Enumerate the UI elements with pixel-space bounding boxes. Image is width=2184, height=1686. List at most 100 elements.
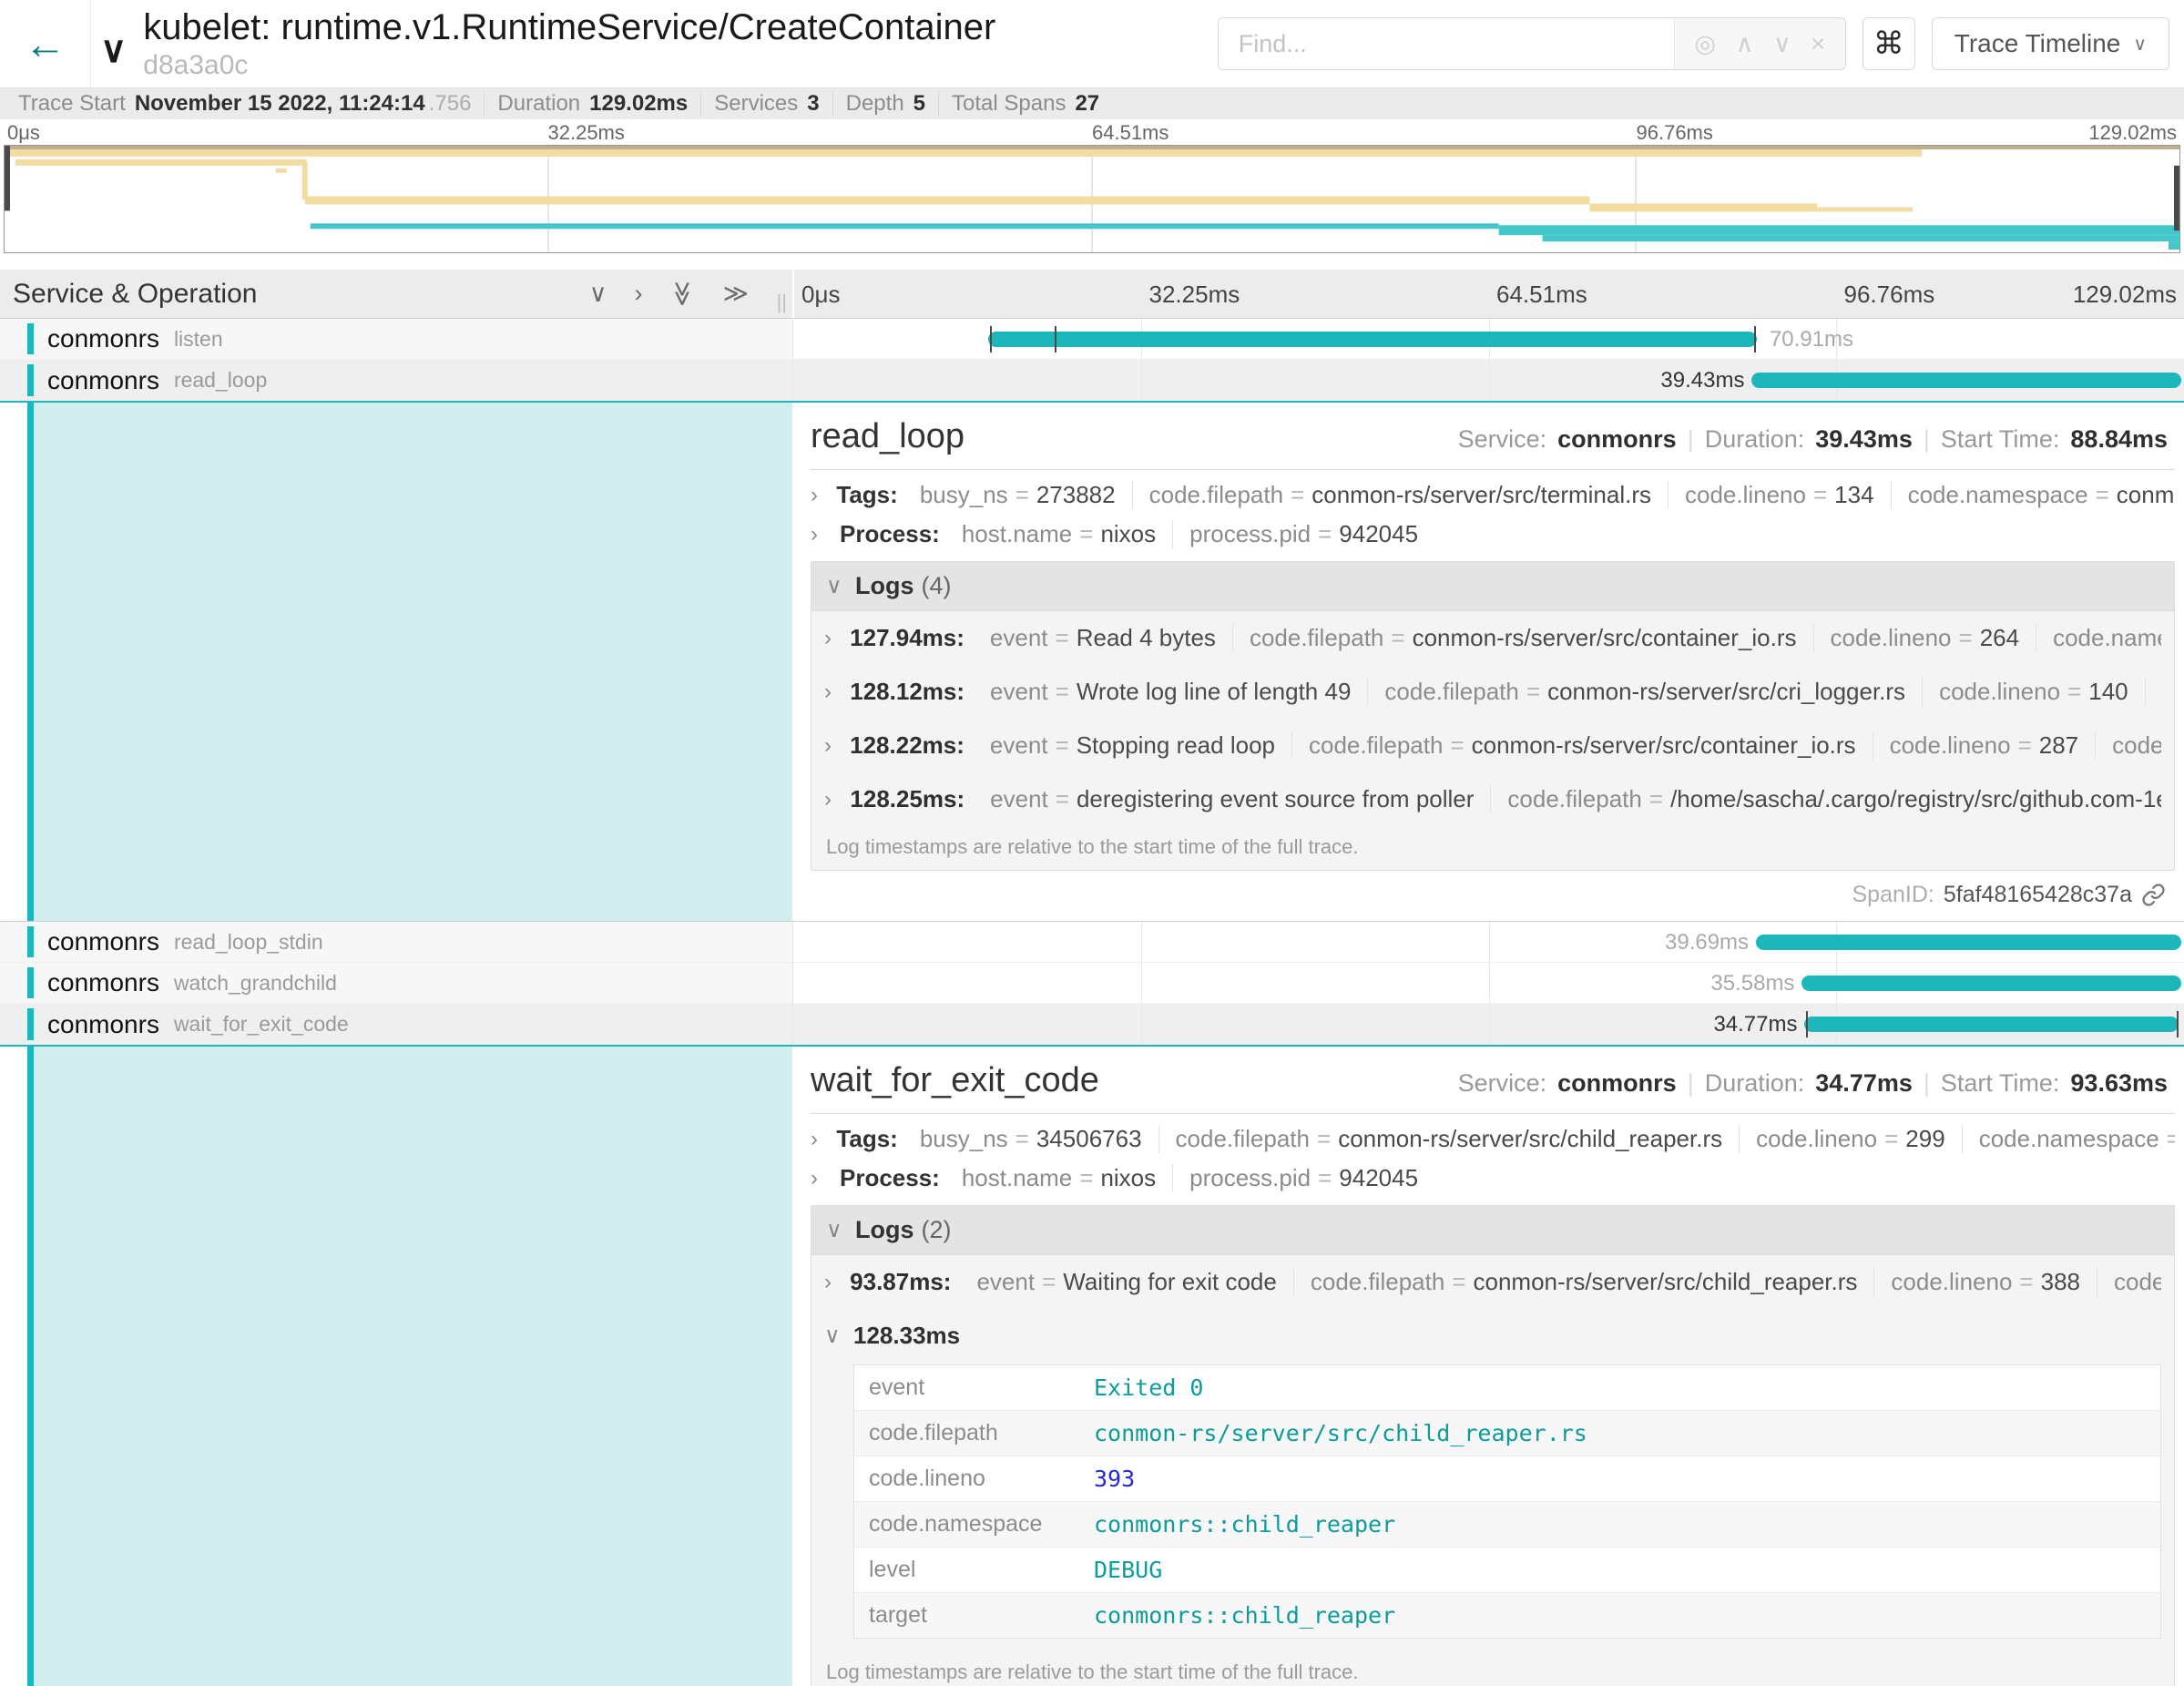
- trace-view-picker[interactable]: Trace Timeline ∨: [1932, 17, 2169, 70]
- logs-section: ∨ Logs (4) › 127.94ms: event=Read 4 byte…: [811, 561, 2175, 871]
- top-bar: ← ∨ kubelet: runtime.v1.RuntimeService/C…: [0, 0, 2184, 87]
- link-icon[interactable]: [2141, 883, 2166, 907]
- find-input[interactable]: [1219, 18, 1674, 69]
- log-timestamp: 128.33ms: [853, 1322, 960, 1350]
- chevron-down-icon: ∨: [826, 573, 844, 599]
- span-name-cell[interactable]: conmonrs watch_grandchild: [0, 963, 792, 1003]
- ruler-tick: 0μs: [801, 281, 840, 309]
- timeline-ruler: 0μs 32.25ms 64.51ms 96.76ms 129.02ms: [792, 270, 2184, 318]
- ruler-tick: 64.51ms: [1496, 281, 1587, 309]
- gridline: [1141, 1004, 1142, 1045]
- divider: |: [1688, 1069, 1694, 1098]
- span-name-cell[interactable]: conmonrs read_loop_stdin: [0, 922, 792, 962]
- chevron-right-icon: ›: [811, 1127, 825, 1152]
- minimap-right-handle[interactable]: [2174, 166, 2179, 230]
- span-name-cell[interactable]: conmonrs wait_for_exit_code: [0, 1004, 792, 1045]
- timeline-grid-header: Service & Operation ∨ › ≫ ≫ || 0μs 32.25…: [0, 270, 2184, 319]
- prev-result-icon[interactable]: ∧: [1736, 30, 1754, 58]
- log-fields: event=Wrote log line of length 49 code.f…: [974, 678, 2161, 706]
- stat-label: Services: [714, 91, 798, 117]
- log-timestamp: 128.25ms:: [850, 785, 964, 813]
- collapse-all-icon[interactable]: ≫: [668, 281, 697, 306]
- span-track[interactable]: 39.43ms: [792, 360, 2184, 401]
- process-toggle[interactable]: › Process: host.name=nixos process.pid=9…: [811, 1164, 2175, 1192]
- logs-note: Log timestamps are relative to the start…: [811, 826, 2174, 870]
- log-entry[interactable]: › 128.12ms: event=Wrote log line of leng…: [811, 665, 2174, 719]
- tags-toggle[interactable]: › Tags: busy_ns=273882 code.filepath=con…: [811, 481, 2175, 509]
- back-button[interactable]: ←: [0, 0, 91, 87]
- service-accent-bar: [27, 403, 34, 921]
- span-row-read-loop-stdin[interactable]: conmonrs read_loop_stdin 39.69ms: [0, 922, 2184, 963]
- collapse-one-icon[interactable]: ∨: [589, 280, 607, 308]
- logs-count: (2): [922, 1216, 952, 1244]
- span-bar[interactable]: [1756, 935, 2181, 950]
- meta-label: Service:: [1458, 425, 1547, 454]
- grid-header-icons: ∨ › ≫ ≫: [589, 280, 780, 308]
- log-entry[interactable]: › 128.22ms: event=Stopping read loop cod…: [811, 719, 2174, 772]
- span-track[interactable]: 35.58ms: [792, 963, 2184, 1003]
- service-accent-bar: [27, 1047, 34, 1686]
- minimap-graph: [5, 146, 2179, 252]
- span-bar[interactable]: [1751, 373, 2181, 388]
- stat-value: November 15 2022, 11:24:14: [135, 91, 425, 117]
- chevron-down-icon: ∨: [824, 1323, 842, 1349]
- minimap-canvas[interactable]: [4, 145, 2180, 253]
- log-field: code.lineno=264: [1813, 624, 2036, 652]
- service-accent-bar: [27, 1008, 34, 1040]
- log-entry-expanded[interactable]: ∨ 128.33ms: [811, 1309, 2174, 1363]
- keyboard-shortcuts-button[interactable]: ⌘: [1863, 17, 1915, 70]
- span-detail-wait-for-exit-code: wait_for_exit_code Service: conmonrs | D…: [0, 1045, 2184, 1686]
- locate-icon[interactable]: ◎: [1694, 30, 1716, 58]
- trace-titles: kubelet: runtime.v1.RuntimeService/Creat…: [143, 6, 995, 81]
- log-entry[interactable]: › 128.25ms: event=deregistering event so…: [811, 772, 2174, 826]
- next-result-icon[interactable]: ∨: [1773, 30, 1791, 58]
- log-field: code.namespace=conmon…: [2095, 731, 2161, 760]
- span-detail-meta: Service: conmonrs | Duration: 39.43ms | …: [1458, 425, 2175, 454]
- stat-total-spans: Total Spans 27: [939, 91, 1112, 117]
- log-entry[interactable]: › 93.87ms: event=Waiting for exit code c…: [811, 1255, 2174, 1309]
- meta-value: conmonrs: [1557, 1069, 1677, 1098]
- span-bar[interactable]: [1801, 976, 2181, 991]
- chevron-right-icon: ›: [824, 1270, 839, 1295]
- span-row-watch-grandchild[interactable]: conmonrs watch_grandchild 35.58ms: [0, 963, 2184, 1004]
- tags-toggle[interactable]: › Tags: busy_ns=34506763 code.filepath=c…: [811, 1125, 2175, 1153]
- chevron-right-icon: ›: [811, 1166, 829, 1191]
- process-toggle[interactable]: › Process: host.name=nixos process.pid=9…: [811, 520, 2175, 548]
- logs-label: Logs: [855, 572, 914, 600]
- process-label: Process:: [840, 1164, 940, 1192]
- stat-label: Duration: [497, 91, 580, 117]
- meta-value: 39.43ms: [1815, 425, 1913, 454]
- expand-one-icon[interactable]: ›: [634, 280, 642, 308]
- tag: code.lineno=299: [1739, 1125, 1962, 1153]
- span-track[interactable]: 39.69ms: [792, 922, 2184, 962]
- logs-header[interactable]: ∨ Logs (4): [811, 562, 2174, 611]
- span-row-wait-for-exit-code[interactable]: conmonrs wait_for_exit_code 34.77ms: [0, 1004, 2184, 1045]
- divider: |: [1924, 1069, 1930, 1098]
- collapse-trace-chevron-icon[interactable]: ∨: [100, 32, 127, 68]
- span-name-cell[interactable]: conmonrs read_loop: [0, 360, 792, 401]
- log-field: code.namespace=co…: [2145, 678, 2161, 706]
- span-track[interactable]: 70.91ms: [792, 319, 2184, 359]
- log-field: code.filepath=conmon-rs/server/src/cri_l…: [1367, 678, 1922, 706]
- minimap-left-handle[interactable]: [5, 146, 10, 210]
- span-bar[interactable]: [1804, 1017, 2179, 1032]
- ruler-tick: 32.25ms: [1149, 281, 1240, 309]
- span-bar[interactable]: [988, 332, 1757, 347]
- service-operation-header: Service & Operation ∨ › ≫ ≫ ||: [0, 270, 792, 318]
- process-list: host.name=nixos process.pid=942045: [945, 1164, 1434, 1192]
- spanid-value: 5faf48165428c37a: [1944, 882, 2132, 908]
- table-value: conmonrs::child_reaper: [1087, 1593, 1403, 1638]
- span-row-read-loop[interactable]: conmonrs read_loop 39.43ms: [0, 360, 2184, 401]
- logs-header[interactable]: ∨ Logs (2): [811, 1206, 2174, 1255]
- span-row-listen[interactable]: conmonrs listen 70.91ms: [0, 319, 2184, 360]
- clear-search-icon[interactable]: ×: [1811, 30, 1825, 58]
- expand-all-icon[interactable]: ≫: [723, 280, 749, 308]
- column-resize-handle[interactable]: ||: [777, 291, 787, 314]
- log-fields: event=Stopping read loop code.filepath=c…: [974, 731, 2161, 760]
- table-row: event Exited 0: [854, 1365, 2160, 1411]
- table-value: 393: [1087, 1456, 1142, 1501]
- span-name-cell[interactable]: conmonrs listen: [0, 319, 792, 359]
- span-track[interactable]: 34.77ms: [792, 1004, 2184, 1045]
- log-entry[interactable]: › 127.94ms: event=Read 4 bytes code.file…: [811, 611, 2174, 665]
- timeline-minimap[interactable]: 0μs 32.25ms 64.51ms 96.76ms 129.02ms: [0, 119, 2184, 257]
